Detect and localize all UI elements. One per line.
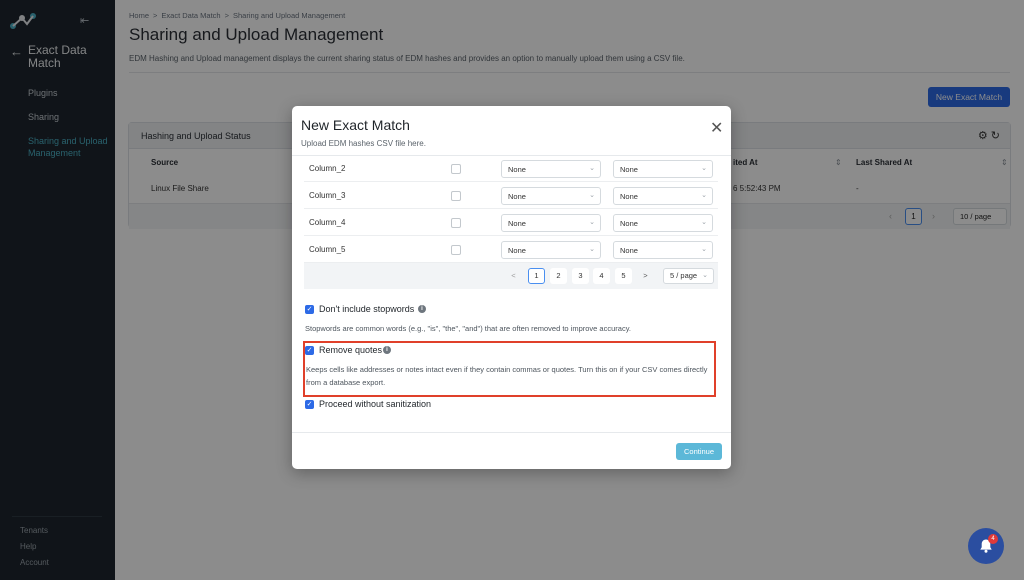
select-value: None bbox=[508, 192, 526, 201]
select-value: None bbox=[508, 246, 526, 255]
chevron-down-icon: ⌄ bbox=[589, 246, 595, 253]
table-row: Column_3 None ⌄ None ⌄ bbox=[304, 183, 718, 209]
notifications-button[interactable]: 4 bbox=[968, 528, 1004, 564]
modal-title: New Exact Match bbox=[301, 117, 410, 133]
select-value: None bbox=[508, 165, 526, 174]
new-exact-match-modal: New Exact Match Upload EDM hashes CSV fi… bbox=[292, 106, 731, 469]
remove-quotes-description: Keeps cells like addresses or notes inta… bbox=[306, 365, 708, 387]
modal-subtitle: Upload EDM hashes CSV file here. bbox=[301, 139, 426, 148]
table-row: Column_2 None ⌄ None ⌄ bbox=[304, 156, 718, 182]
select-value: None bbox=[620, 219, 638, 228]
match-select[interactable]: None ⌄ bbox=[613, 241, 713, 259]
modal-footer-divider bbox=[292, 432, 731, 433]
chevron-down-icon: ⌄ bbox=[589, 165, 595, 172]
page-1[interactable]: 1 bbox=[528, 268, 545, 284]
sanitization-checkbox[interactable]: ✓ bbox=[305, 400, 314, 409]
remove-quotes-label: Remove quotes bbox=[319, 345, 383, 355]
table-row: Column_4 None ⌄ None ⌄ bbox=[304, 210, 718, 236]
select-value: None bbox=[508, 219, 526, 228]
chevron-down-icon: ⌄ bbox=[589, 192, 595, 199]
column-checkbox[interactable] bbox=[451, 191, 461, 201]
chevron-down-icon: ⌄ bbox=[702, 272, 708, 279]
table-row: Column_5 None ⌄ None ⌄ bbox=[304, 237, 718, 263]
page-3[interactable]: 3 bbox=[572, 268, 589, 284]
stopwords-label: Don't include stopwords bbox=[319, 304, 415, 314]
page-size-select[interactable]: 5 / page ⌄ bbox=[663, 268, 714, 284]
column-name: Column_5 bbox=[309, 245, 346, 254]
info-icon[interactable]: i bbox=[383, 346, 391, 354]
sanitization-label: Proceed without sanitization bbox=[319, 399, 432, 409]
info-icon[interactable]: i bbox=[418, 305, 426, 313]
page-5[interactable]: 5 bbox=[615, 268, 632, 284]
match-select[interactable]: None ⌄ bbox=[613, 214, 713, 232]
column-checkbox[interactable] bbox=[451, 164, 461, 174]
chevron-down-icon: ⌄ bbox=[701, 192, 707, 199]
close-icon[interactable]: ✕ bbox=[710, 121, 723, 137]
next-page-icon[interactable]: > bbox=[637, 268, 654, 284]
chevron-down-icon: ⌄ bbox=[701, 219, 707, 226]
stopwords-checkbox[interactable]: ✓ bbox=[305, 305, 314, 314]
match-select[interactable]: None ⌄ bbox=[613, 187, 713, 205]
type-select[interactable]: None ⌄ bbox=[501, 160, 601, 178]
page-2[interactable]: 2 bbox=[550, 268, 567, 284]
continue-button[interactable]: Continue bbox=[676, 443, 722, 460]
chevron-down-icon: ⌄ bbox=[589, 219, 595, 226]
column-checkbox[interactable] bbox=[451, 245, 461, 255]
match-select[interactable]: None ⌄ bbox=[613, 160, 713, 178]
remove-quotes-checkbox[interactable]: ✓ bbox=[305, 346, 314, 355]
column-name: Column_4 bbox=[309, 218, 346, 227]
type-select[interactable]: None ⌄ bbox=[501, 187, 601, 205]
page-4[interactable]: 4 bbox=[593, 268, 610, 284]
chevron-down-icon: ⌄ bbox=[701, 165, 707, 172]
select-value: None bbox=[620, 165, 638, 174]
notification-count-badge: 4 bbox=[988, 534, 998, 544]
page-size-value: 5 / page bbox=[670, 271, 698, 280]
chevron-down-icon: ⌄ bbox=[701, 246, 707, 253]
type-select[interactable]: None ⌄ bbox=[501, 214, 601, 232]
column-name: Column_2 bbox=[309, 164, 346, 173]
select-value: None bbox=[620, 246, 638, 255]
select-value: None bbox=[620, 192, 638, 201]
modal-pagination: < 1 2 3 4 5 > 5 / page ⌄ bbox=[304, 263, 718, 289]
column-checkbox[interactable] bbox=[451, 218, 461, 228]
column-name: Column_3 bbox=[309, 191, 346, 200]
prev-page-icon[interactable]: < bbox=[505, 268, 522, 284]
stopwords-description: Stopwords are common words (e.g., "is", … bbox=[305, 324, 631, 333]
type-select[interactable]: None ⌄ bbox=[501, 241, 601, 259]
